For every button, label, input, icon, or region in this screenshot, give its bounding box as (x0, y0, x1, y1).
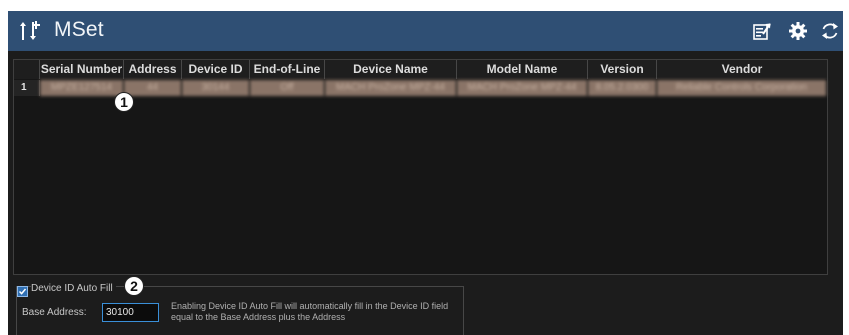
export-list-icon[interactable] (752, 21, 772, 41)
column-header-device-id[interactable]: Device ID (182, 60, 250, 79)
cell-address[interactable]: 44 (124, 80, 182, 96)
mset-window: MSet Serial Number Address Device ID End… (8, 11, 843, 335)
cell-vendor[interactable]: Reliable Controls Corporation (657, 80, 827, 96)
cell-device-id[interactable]: 30144 (182, 80, 250, 96)
table-row[interactable]: 1 MPZE127514 44 30144 Off MACH ProZone M… (14, 80, 827, 96)
column-header-vendor[interactable]: Vendor (657, 60, 827, 79)
table-header: Serial Number Address Device ID End-of-L… (14, 60, 827, 79)
title-bar: MSet (8, 11, 843, 51)
column-header-version[interactable]: Version (588, 60, 657, 79)
gear-icon[interactable] (788, 21, 808, 41)
refresh-icon[interactable] (820, 21, 840, 41)
add-device-icon (20, 21, 40, 40)
column-header-serial-number[interactable]: Serial Number (40, 60, 124, 79)
device-id-auto-fill-label[interactable]: Device ID Auto Fill (31, 283, 116, 294)
callout-marker-2: 2 (124, 276, 144, 296)
cell-model-name[interactable]: MACH ProZone MPZ-44 (457, 80, 588, 96)
cell-version[interactable]: 8.05.2.0300 (588, 80, 657, 96)
cell-device-name[interactable]: MACH ProZone MPZ-44 (325, 80, 457, 96)
device-table: Serial Number Address Device ID End-of-L… (13, 59, 828, 275)
cell-serial-number[interactable]: MPZE127514 (40, 80, 124, 96)
column-header-address[interactable]: Address (124, 60, 182, 79)
auto-fill-help-text: Enabling Device ID Auto Fill will automa… (171, 301, 449, 322)
base-address-label: Base Address: (22, 307, 87, 318)
app-title: MSet (54, 18, 104, 41)
column-header-end-of-line[interactable]: End-of-Line (250, 60, 325, 79)
column-header-device-name[interactable]: Device Name (325, 60, 457, 79)
device-id-auto-fill-checkbox[interactable] (17, 286, 28, 297)
base-address-input[interactable] (102, 303, 159, 322)
row-header-corner (14, 60, 40, 79)
column-header-model-name[interactable]: Model Name (457, 60, 588, 79)
screenshot-canvas: MSet Serial Number Address Device ID End… (0, 0, 849, 335)
checkmark-icon (18, 288, 27, 295)
row-number: 1 (14, 80, 40, 96)
callout-marker-1: 1 (114, 92, 134, 112)
cell-end-of-line[interactable]: Off (250, 80, 325, 96)
